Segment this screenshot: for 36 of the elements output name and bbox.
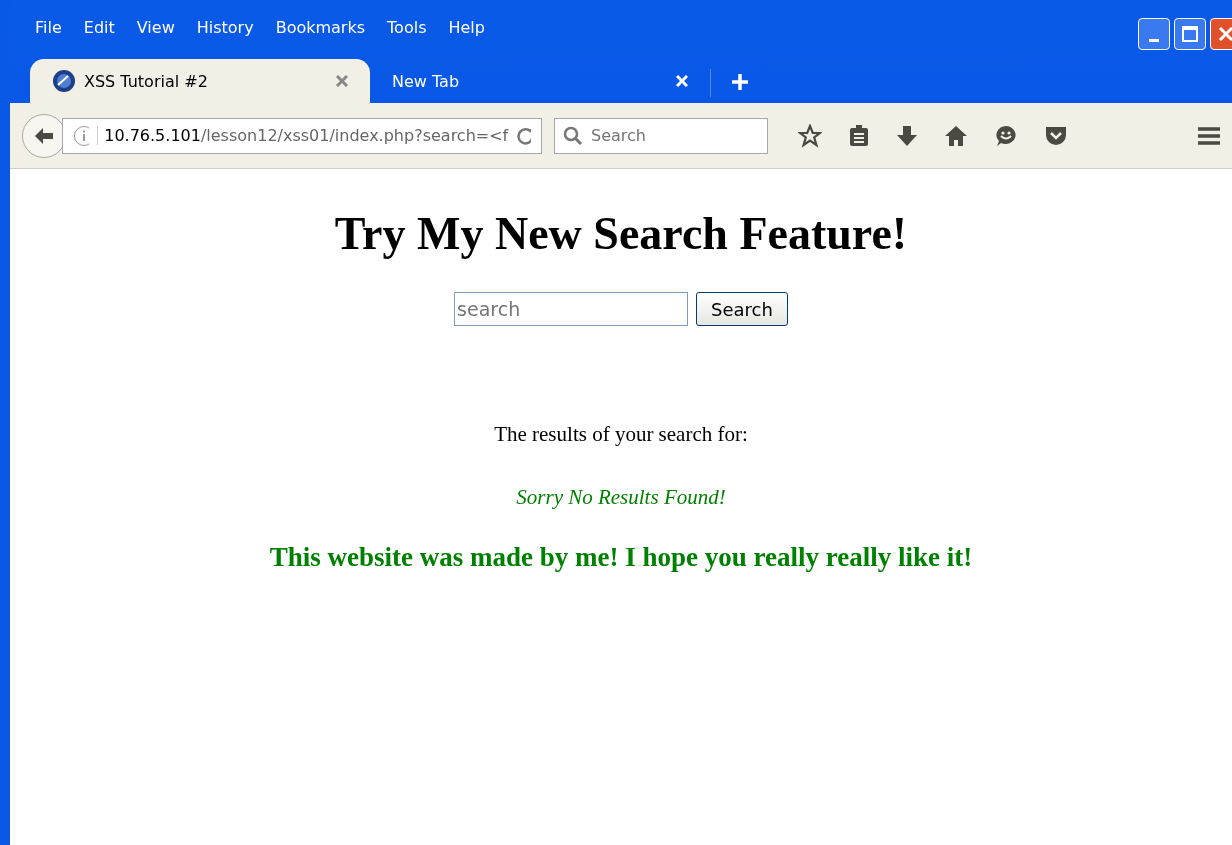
- page-heading: Try My New Search Feature!: [334, 207, 908, 260]
- results-label: The results of your search for:: [494, 422, 748, 447]
- search-icon: [563, 125, 583, 146]
- minimize-icon: [1149, 38, 1159, 42]
- menu-item[interactable]: View: [125, 18, 186, 37]
- menu-item[interactable]: File: [24, 18, 73, 37]
- menu-item[interactable]: Edit: [72, 18, 126, 37]
- download-icon[interactable]: [896, 123, 918, 148]
- maximize-icon: [1181, 25, 1199, 43]
- minimize-button[interactable]: [1138, 18, 1170, 50]
- menu-icon[interactable]: [1196, 124, 1222, 147]
- search-input[interactable]: search: [454, 292, 689, 326]
- maximize-button[interactable]: [1174, 18, 1206, 50]
- url-text: 10.76.5.101/lesson12/xss01/index.php?search=<f: [97, 126, 509, 145]
- globe-icon: [52, 69, 76, 93]
- home-icon[interactable]: [944, 124, 968, 147]
- close-tab-icon[interactable]: [336, 75, 348, 87]
- menu-item[interactable]: Bookmarks: [264, 18, 377, 37]
- footer-note: This website was made by me! I hope you really really like it!: [269, 542, 973, 573]
- star-icon[interactable]: [798, 123, 822, 148]
- menu-item[interactable]: History: [185, 18, 265, 37]
- new-tab-icon[interactable]: [731, 73, 749, 91]
- address-bar[interactable]: 10.76.5.101/lesson12/xss01/index.php?search=<f: [62, 117, 542, 154]
- no-results-message: Sorry No Results Found!: [516, 485, 726, 510]
- close-icon: [1217, 25, 1232, 43]
- browser-tab[interactable]: XSS Tutorial #2: [30, 59, 370, 103]
- pocket-icon[interactable]: [1044, 124, 1068, 147]
- clipboard-list-icon[interactable]: [848, 123, 870, 148]
- search-button[interactable]: Search: [696, 292, 788, 326]
- chat-face-icon[interactable]: [994, 123, 1018, 148]
- search-field[interactable]: Search: [554, 117, 768, 154]
- menu-item[interactable]: Help: [437, 18, 496, 37]
- browser-tab[interactable]: New Tab: [370, 59, 710, 103]
- menu-item[interactable]: Tools: [376, 18, 438, 37]
- info-icon: [73, 124, 90, 147]
- reload-icon[interactable]: [516, 125, 531, 146]
